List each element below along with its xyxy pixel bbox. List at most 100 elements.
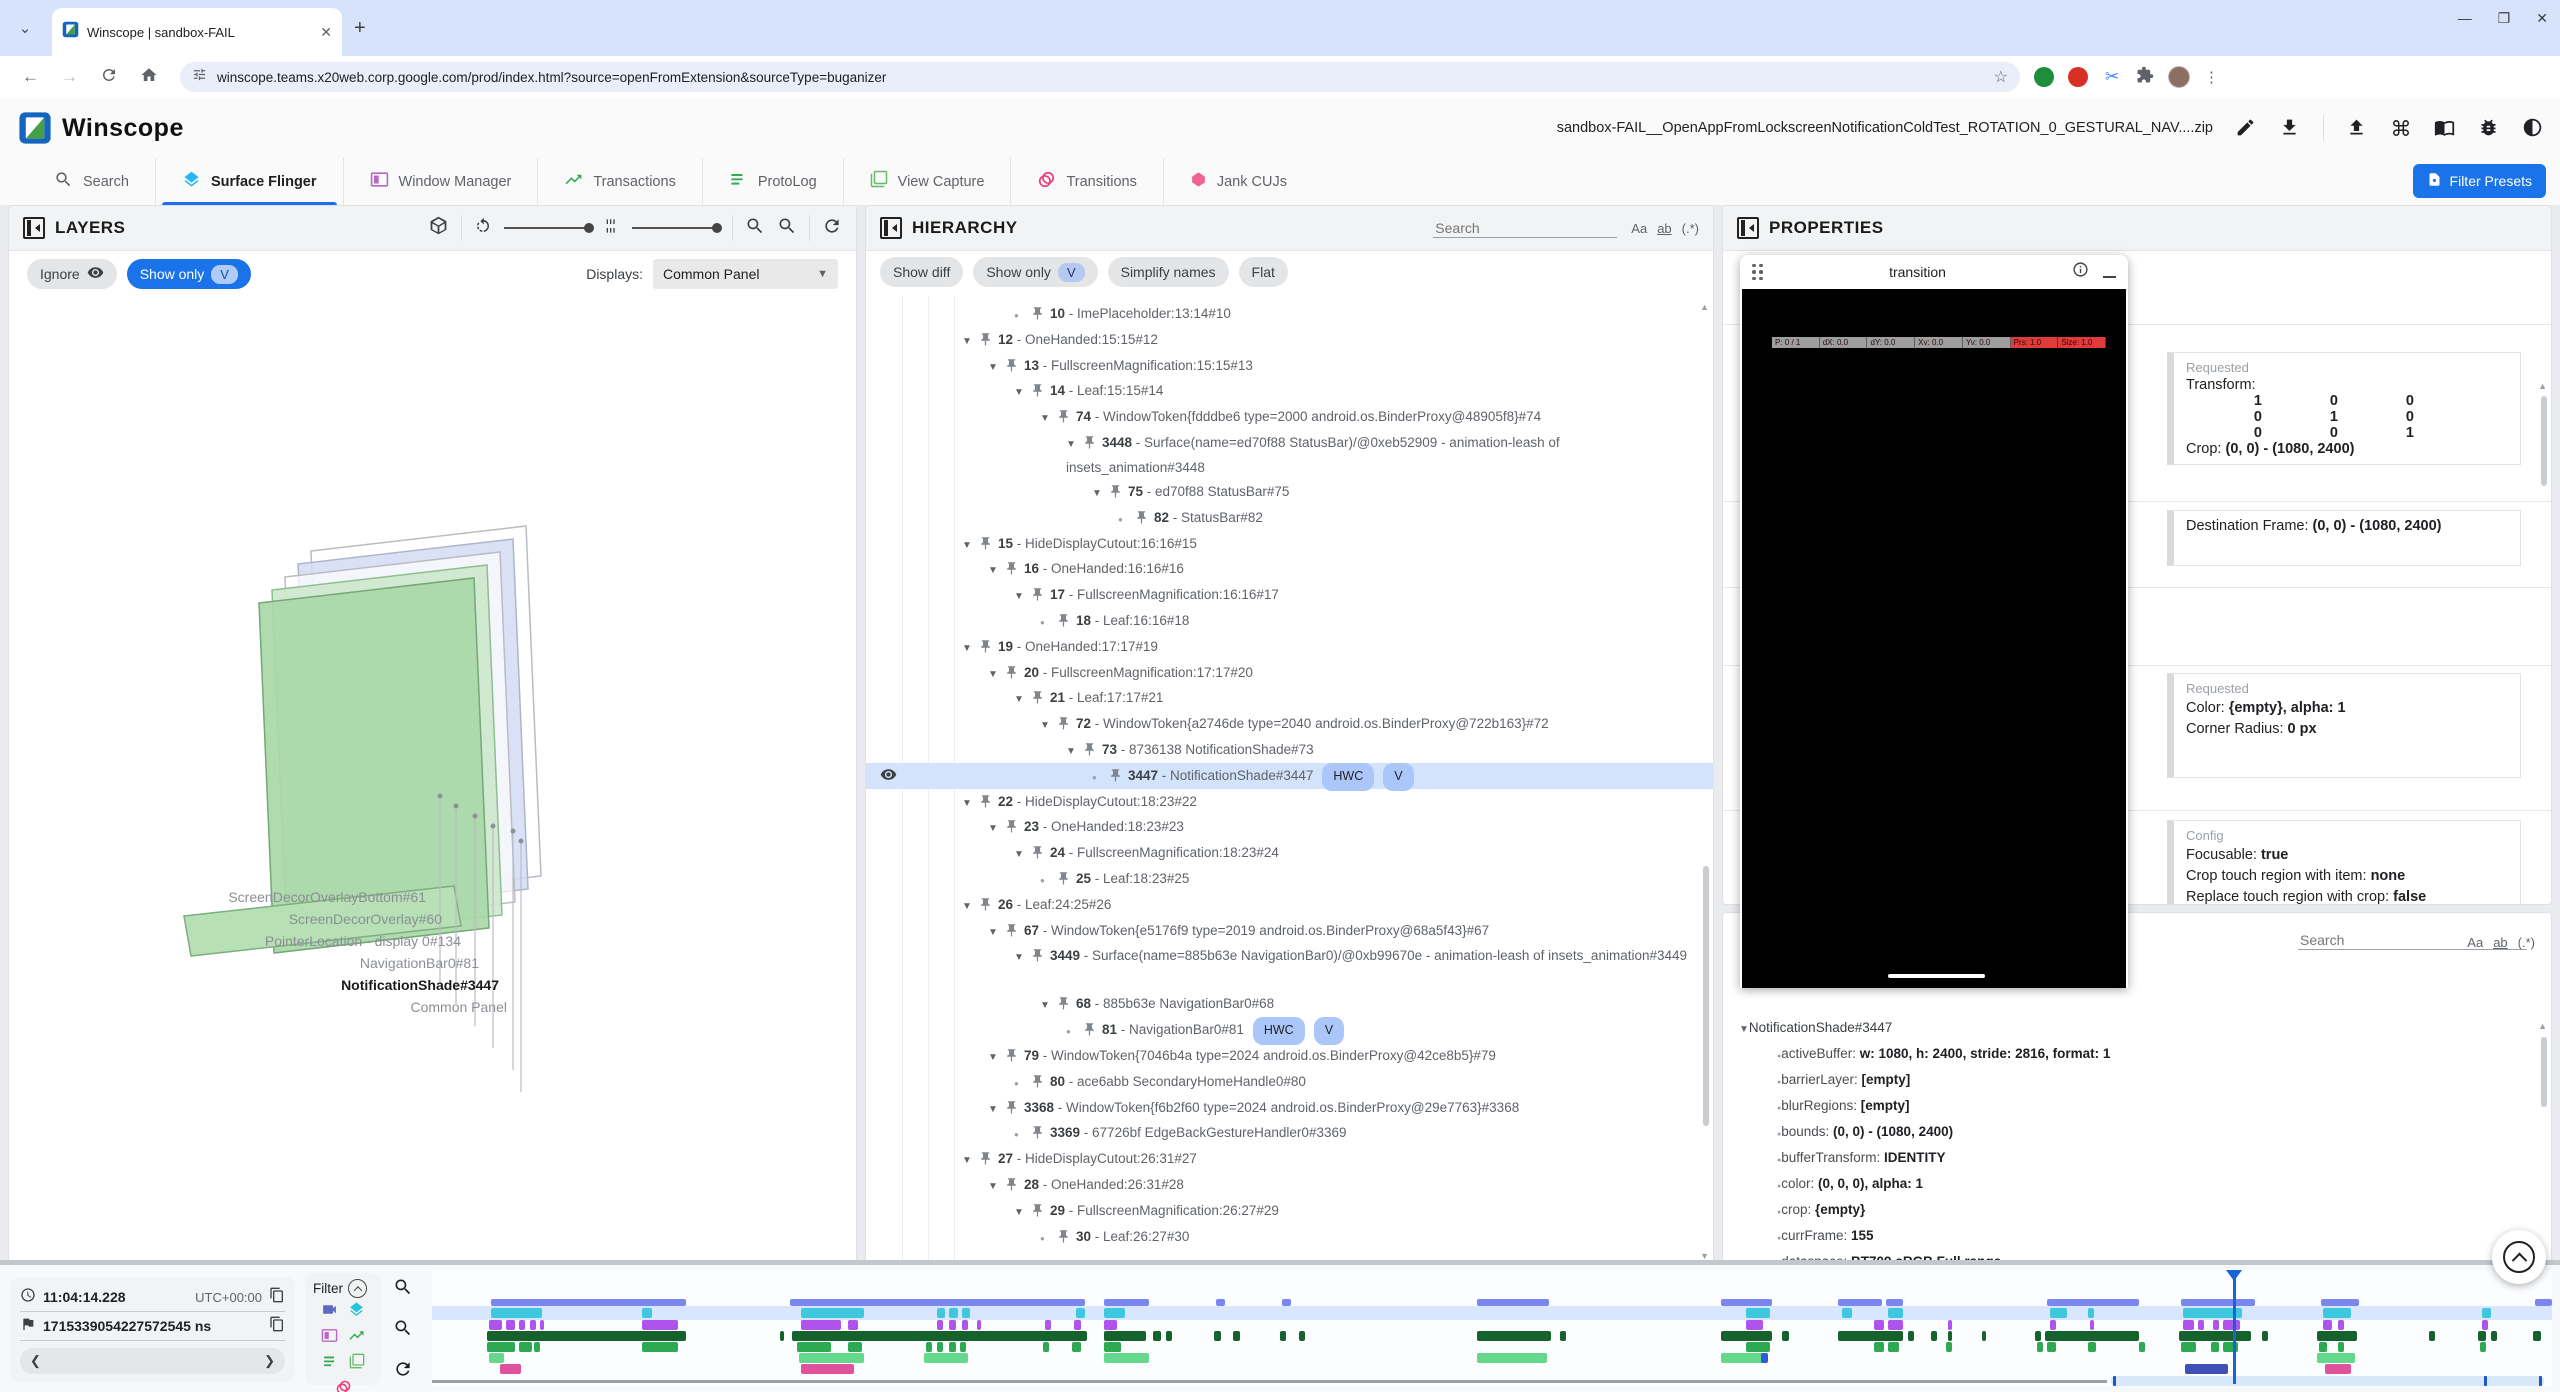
hierarchy-node-17[interactable]: ▼17 - FullscreenMagnification:16:16#17 (866, 582, 1713, 608)
window-manager-segment[interactable] (1104, 1320, 1117, 1330)
hierarchy-search-regex[interactable]: (.*) (1682, 221, 1699, 236)
hierarchy-node-3449[interactable]: ▼3449 - Surface(name=885b63e NavigationB… (866, 943, 1713, 991)
hierarchy-node-79[interactable]: ▼79 - WindowToken{7046b4a type=2024 andr… (866, 1043, 1713, 1069)
scroll-up-icon[interactable]: ▲ (1700, 302, 1709, 312)
protolog-segment[interactable] (848, 1342, 863, 1352)
expand-arrow-icon[interactable]: ▼ (1066, 739, 1082, 765)
hierarchy-node-13[interactable]: ▼13 - FullscreenMagnification:15:15#13 (866, 353, 1713, 379)
window-manager-segment[interactable] (1746, 1320, 1763, 1330)
window-manager-segment[interactable] (2090, 1320, 2094, 1330)
pin-icon[interactable] (1004, 361, 1019, 376)
expand-arrow-icon[interactable]: ▼ (988, 1045, 1004, 1071)
chip-show-only[interactable]: Show onlyV (973, 257, 1097, 287)
window-manager-segment[interactable] (2482, 1320, 2488, 1330)
transactions-segment[interactable] (1233, 1331, 1239, 1341)
property-row-blurRegions[interactable]: ●blurRegions: [empty] (1723, 1093, 2551, 1119)
chip-flat[interactable]: Flat (1239, 257, 1288, 287)
properties-root-node[interactable]: ▼NotificationShade#3447 (1723, 1015, 2551, 1041)
transactions-segment[interactable] (1166, 1331, 1172, 1341)
surface-flinger-segment[interactable] (2323, 1308, 2351, 1318)
new-tab-button[interactable]: + (354, 18, 366, 38)
pin-icon[interactable] (1056, 1232, 1071, 1247)
screen-recording-segment[interactable] (2321, 1299, 2359, 1306)
window-manager-segment[interactable] (1074, 1320, 1080, 1330)
surface-flinger-segment[interactable] (949, 1308, 957, 1318)
expand-arrow-icon[interactable]: ▼ (988, 662, 1004, 688)
protolog-segment[interactable] (960, 1342, 966, 1352)
protolog-segment[interactable] (797, 1342, 831, 1352)
pin-icon[interactable] (1134, 513, 1149, 528)
transactions-segment[interactable] (2045, 1331, 2138, 1341)
pin-icon[interactable] (1004, 564, 1019, 579)
surface-flinger-segment[interactable] (801, 1308, 865, 1318)
window-manager-segment[interactable] (977, 1320, 981, 1330)
expand-arrow-icon[interactable]: ▼ (988, 558, 1004, 584)
surface-flinger-segment[interactable] (937, 1308, 945, 1318)
pin-icon[interactable] (1030, 386, 1045, 401)
hierarchy-node-20[interactable]: ▼20 - FullscreenMagnification:17:17#20 (866, 660, 1713, 686)
pin-icon[interactable] (978, 335, 993, 350)
dark-mode-icon[interactable] (2522, 117, 2544, 139)
layer-label[interactable]: Common Panel (411, 999, 508, 1015)
bug-report-icon[interactable] (2478, 117, 2500, 139)
window-manager-segment[interactable] (506, 1320, 514, 1330)
surface-flinger-segment[interactable] (1888, 1308, 1903, 1318)
hierarchy-node-3368[interactable]: ▼3368 - WindowToken{f6b2f60 type=2024 an… (866, 1095, 1713, 1121)
hierarchy-node-25[interactable]: ●25 - Leaf:18:23#25 (866, 866, 1713, 892)
transitions-segment[interactable] (801, 1364, 854, 1374)
scissors-extension-icon[interactable]: ✂ (2102, 67, 2122, 87)
forward-icon[interactable]: → (61, 67, 78, 87)
hierarchy-search-match-case[interactable]: Aa (1631, 221, 1647, 236)
timeline-reset-icon[interactable] (393, 1359, 413, 1384)
tab-transitions[interactable]: Transitions (1010, 158, 1162, 205)
protolog-segment[interactable] (1104, 1342, 1121, 1352)
hierarchy-node-73[interactable]: ▼73 - 8736138 NotificationShade#73 (866, 737, 1713, 763)
window-manager-segment[interactable] (2213, 1320, 2219, 1330)
view-capture-segment[interactable] (2317, 1353, 2355, 1363)
transactions-segment[interactable] (1948, 1331, 1952, 1341)
surface-flinger-segment[interactable] (2482, 1308, 2490, 1318)
expand-arrow-icon[interactable]: ▼ (1014, 1200, 1030, 1226)
transactions-segment[interactable] (2317, 1331, 2357, 1341)
window-manager-segment[interactable] (1948, 1320, 1952, 1330)
pin-icon[interactable] (1030, 1206, 1045, 1221)
tab-view-capture[interactable]: View Capture (843, 158, 1011, 205)
window-manager-segment[interactable] (530, 1320, 536, 1330)
protolog-segment[interactable] (937, 1342, 943, 1352)
protolog-segment[interactable] (1946, 1342, 1952, 1352)
scroll-up-icon[interactable]: ▲ (2538, 1021, 2547, 1031)
property-row-currFrame[interactable]: ●currFrame: 155 (1723, 1223, 2551, 1249)
protolog-segment[interactable] (2480, 1342, 2486, 1352)
protolog-segment[interactable] (2139, 1342, 2145, 1352)
view-capture-marker-segment[interactable] (1761, 1353, 1767, 1363)
protolog-segment[interactable] (949, 1342, 955, 1352)
timeline-zoom-range[interactable] (2111, 1376, 2543, 1386)
transactions-segment[interactable] (1280, 1331, 1286, 1341)
download-icon[interactable] (2279, 117, 2301, 139)
transactions-segment[interactable] (2179, 1331, 2251, 1341)
protolog-segment[interactable] (1746, 1342, 1769, 1352)
minimize-overlay-icon[interactable] (2103, 266, 2116, 278)
chip-show-diff[interactable]: Show diff (880, 257, 963, 287)
hierarchy-node-19[interactable]: ▼19 - OneHanded:17:17#19 (866, 634, 1713, 660)
screen-recording-icon[interactable] (321, 1301, 338, 1323)
site-settings-icon[interactable] (192, 67, 207, 87)
properties-search-match-word[interactable]: ab (2493, 935, 2507, 950)
transactions-segment[interactable] (1931, 1331, 1937, 1341)
window-manager-segment[interactable] (2198, 1320, 2204, 1330)
timeline-zoom-out-icon[interactable] (393, 1318, 413, 1343)
expand-arrow-icon[interactable]: ▼ (1040, 406, 1056, 432)
browser-menu-icon[interactable]: ⋮ (2204, 68, 2219, 86)
pin-icon[interactable] (1004, 822, 1019, 837)
collapse-panel-icon[interactable] (880, 217, 902, 239)
transactions-segment[interactable] (2491, 1331, 2497, 1341)
upload-icon[interactable] (2346, 117, 2368, 139)
drag-handle-icon[interactable] (1752, 264, 1763, 281)
pin-icon[interactable] (1030, 309, 1045, 324)
hierarchy-node-3448[interactable]: ▼3448 - Surface(name=ed70f88 StatusBar)/… (866, 430, 1713, 479)
window-manager-segment[interactable] (540, 1320, 544, 1330)
transactions-segment[interactable] (1838, 1331, 1904, 1341)
view-capture-segment[interactable] (924, 1353, 969, 1363)
back-icon[interactable]: ← (22, 67, 39, 87)
extension-icon-green[interactable] (2034, 67, 2054, 87)
